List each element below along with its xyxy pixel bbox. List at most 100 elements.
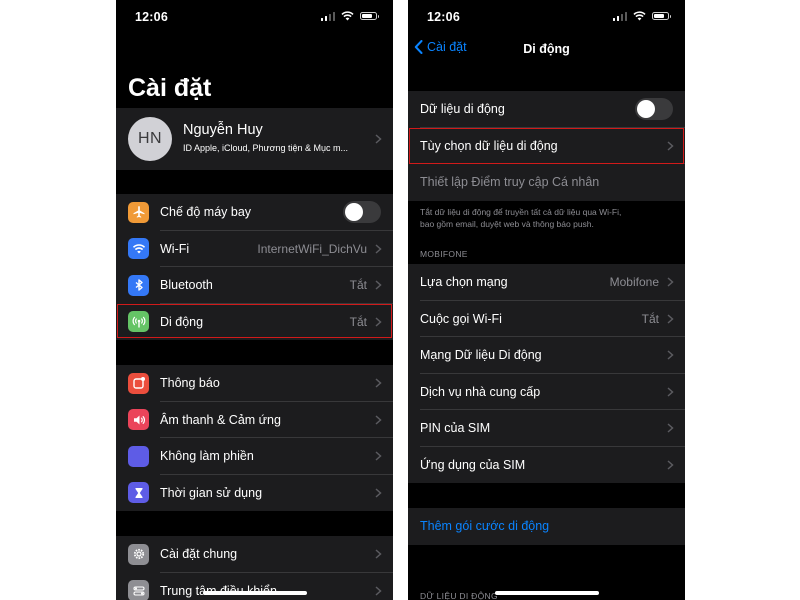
chevron-right-icon [375,317,382,327]
add-cellular-plan-label: Thêm gói cước di động [420,519,550,534]
wifi-value: InternetWiFi_DichVu [257,241,367,256]
gear-icon [128,543,149,565]
wifi-calling-value: Tắt [641,311,659,326]
cellular-screen: 12:06 Cài đặt Di động Dữ liệu di động Tù… [408,0,685,600]
chevron-right-icon [375,549,382,559]
cellular-data-toggle[interactable] [635,98,673,121]
chevron-right-icon [667,387,674,397]
wifi-label: Wi-Fi [160,241,190,256]
notifications-label: Thông báo [160,376,220,391]
speaker-icon [128,409,149,431]
cellular-label: Di động [160,314,204,329]
cellular-data-group: Dữ liệu di động Tùy chọn dữ liệu di động… [408,91,685,201]
screen-time-label: Thời gian sử dụng [160,485,263,500]
status-icons [320,11,379,21]
carrier-services-label: Dịch vụ nhà cung cấp [420,384,541,399]
airplane-icon [128,201,149,223]
cellular-data-section-header: DỮ LIỆU DI ĐỘNG [420,591,498,600]
do-not-disturb-label: Không làm phiền [160,449,254,464]
add-cellular-plan-row[interactable]: Thêm gói cước di động [408,508,685,545]
airplane-mode-label: Chế độ máy bay [160,205,252,220]
signal-icon [612,11,627,21]
sounds-label: Âm thanh & Cảm ứng [160,412,281,427]
bluetooth-label: Bluetooth [160,278,213,293]
control-center-icon [128,580,149,600]
connectivity-group: Chế độ máy bay Wi-Fi InternetWiFi_DichVu… [116,194,393,340]
chevron-right-icon [375,488,382,498]
chevron-right-icon [667,314,674,324]
control-center-row[interactable]: Trung tâm điều khiển [116,573,393,600]
personal-hotspot-row[interactable]: Thiết lập Điểm truy cập Cá nhân [408,164,685,201]
apple-id-row[interactable]: HN Nguyễn Huy ID Apple, iCloud, Phương t… [116,108,393,170]
antenna-icon [128,311,149,333]
chevron-right-icon [375,451,382,461]
chevron-right-icon [667,277,674,287]
home-indicator[interactable] [202,591,307,595]
status-bar: 12:06 [408,0,685,34]
chevron-right-icon [375,586,382,596]
chevron-right-icon [667,423,674,433]
settings-screen: 12:06 Cài đặt HN Nguyễn Huy ID Apple, iC… [116,0,393,600]
status-time: 12:06 [427,10,460,24]
sim-applications-row[interactable]: Ứng dụng của SIM [408,447,685,484]
carrier-group: Lựa chọn mạng Mobifone Cuộc gọi Wi-Fi Tắ… [408,264,685,483]
bluetooth-value: Tắt [349,278,367,293]
footer-line-2: bao gồm email, duyệt web và thông báo pu… [420,219,594,229]
battery-icon [360,12,379,20]
profile-group: HN Nguyễn Huy ID Apple, iCloud, Phương t… [116,108,393,170]
chevron-right-icon [667,460,674,470]
cellular-row[interactable]: Di động Tắt [116,304,393,341]
airplane-mode-toggle[interactable] [343,201,381,224]
chevron-right-icon [375,415,382,425]
cellular-data-network-row[interactable]: Mạng Dữ liệu Di động [408,337,685,374]
wifi-calling-row[interactable]: Cuộc gọi Wi-Fi Tắt [408,301,685,337]
wifi-row[interactable]: Wi-Fi InternetWiFi_DichVu [116,231,393,267]
sim-pin-label: PIN của SIM [420,421,491,436]
network-selection-value: Mobifone [609,275,659,290]
general-row[interactable]: Cài đặt chung [116,536,393,573]
wifi-status-icon [633,11,646,21]
wifi-calling-label: Cuộc gọi Wi-Fi [420,311,502,326]
personal-hotspot-label: Thiết lập Điểm truy cập Cá nhân [420,175,600,190]
navigation-bar: Cài đặt Di động [408,34,685,64]
chevron-right-icon [375,378,382,388]
cellular-data-footer: Tắt dữ liệu di động để truyền tất cả dữ … [420,206,670,230]
chevron-right-icon [375,134,382,144]
chevron-right-icon [667,350,674,360]
signal-icon [320,11,335,21]
cellular-options-label: Tùy chọn dữ liệu di động [420,138,558,153]
battery-icon [652,12,671,20]
notifications-row[interactable]: Thông báo [116,365,393,402]
page-title: Cài đặt [128,74,212,102]
sounds-row[interactable]: Âm thanh & Cảm ứng [116,402,393,438]
wifi-status-icon [341,11,354,21]
airplane-mode-row[interactable]: Chế độ máy bay [116,194,393,231]
wifi-icon [128,238,149,260]
moon-icon [128,445,149,467]
notification-icon [128,372,149,394]
chevron-right-icon [375,280,382,290]
notifications-group: Thông báo Âm thanh & Cảm ứng Không làm p… [116,365,393,511]
cellular-data-label: Dữ liệu di động [420,102,505,117]
do-not-disturb-row[interactable]: Không làm phiền [116,438,393,475]
screen-time-row[interactable]: Thời gian sử dụng [116,475,393,512]
home-indicator[interactable] [494,591,599,595]
chevron-right-icon [375,244,382,254]
network-selection-label: Lựa chọn mạng [420,275,508,290]
cellular-data-network-label: Mạng Dữ liệu Di động [420,348,542,363]
footer-line-1: Tắt dữ liệu di động để truyền tất cả dữ … [420,207,622,217]
cellular-value: Tắt [349,314,367,329]
status-bar: 12:06 [116,0,393,34]
carrier-services-row[interactable]: Dịch vụ nhà cung cấp [408,374,685,410]
hourglass-icon [128,482,149,504]
general-label: Cài đặt chung [160,547,238,562]
sim-pin-row[interactable]: PIN của SIM [408,410,685,447]
cellular-data-row[interactable]: Dữ liệu di động [408,91,685,128]
cellular-options-row[interactable]: Tùy chọn dữ liệu di động [408,128,685,164]
add-plan-group: Thêm gói cước di động [408,508,685,545]
network-selection-row[interactable]: Lựa chọn mạng Mobifone [408,264,685,301]
profile-subtitle: ID Apple, iCloud, Phương tiện & Mục m... [183,143,349,153]
nav-title: Di động [523,42,570,56]
bluetooth-row[interactable]: Bluetooth Tắt [116,267,393,304]
carrier-section-header: MOBIFONE [420,249,468,259]
